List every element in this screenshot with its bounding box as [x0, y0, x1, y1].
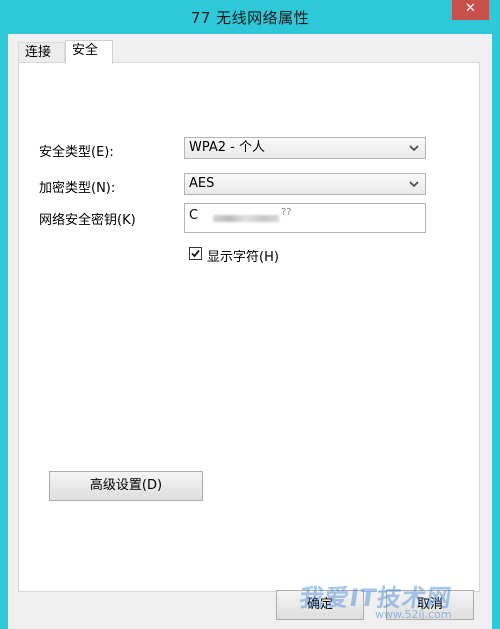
show-characters-label[interactable]: 显示字符(H) — [207, 246, 279, 265]
dialog-client-area: 连接 安全 安全类型(E): WPA2 - 个人 加密类型(N): AES 网络… — [8, 34, 492, 629]
tab-security[interactable]: 安全 — [65, 40, 113, 64]
network-key-label: 网络安全密钥(K) — [39, 213, 136, 228]
security-type-value: WPA2 - 个人 — [189, 140, 265, 155]
network-key-value: C — [189, 208, 199, 223]
tab-connection[interactable]: 连接 — [18, 42, 65, 64]
checkmark-icon — [191, 249, 200, 258]
encryption-type-select[interactable]: AES — [184, 173, 426, 195]
redacted-key-blur — [213, 215, 279, 222]
chevron-down-icon — [409, 181, 419, 188]
security-type-select[interactable]: WPA2 - 个人 — [184, 137, 426, 159]
chevron-down-icon — [409, 145, 419, 152]
watermark-url: www.52ij.com — [375, 608, 452, 621]
close-button[interactable]: ✕ — [452, 0, 489, 20]
encryption-type-value: AES — [189, 176, 215, 191]
title-bar: 77 无线网络属性 ✕ — [0, 0, 500, 34]
network-key-input[interactable]: C ?? — [184, 203, 426, 233]
show-characters-checkbox[interactable] — [189, 247, 202, 260]
security-panel: 安全类型(E): WPA2 - 个人 加密类型(N): AES 网络安全密钥(K… — [18, 62, 480, 592]
window-title: 77 无线网络属性 — [190, 9, 310, 27]
security-type-label: 安全类型(E): — [39, 145, 114, 160]
encryption-type-label: 加密类型(N): — [39, 181, 116, 196]
wireless-properties-window: 77 无线网络属性 ✕ 连接 安全 安全类型(E): WPA2 - 个人 加密类… — [0, 0, 500, 629]
network-key-suffix: ?? — [281, 207, 292, 218]
advanced-settings-button[interactable]: 高级设置(D) — [49, 471, 203, 501]
